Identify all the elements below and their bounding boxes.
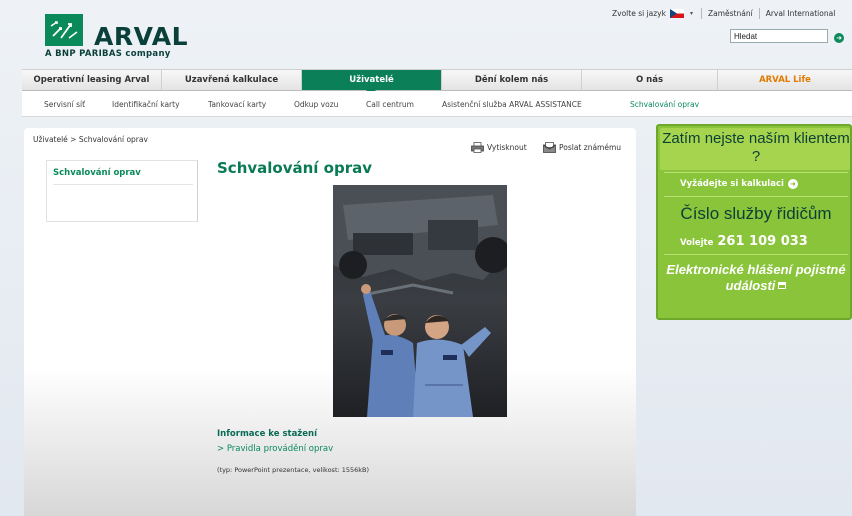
nav-item-operating-leasing[interactable]: Operativní leasing Arval <box>22 70 162 90</box>
download-file-info: (typ: PowerPoint prezentace, velikost: 1… <box>217 466 370 474</box>
driver-service-phone: Volejte 261 109 033 <box>680 234 808 249</box>
external-window-icon <box>778 282 787 289</box>
top-links: Zvolte si jazyk ▾ Zaměstnání Arval Inter… <box>612 8 835 19</box>
left-menu-item-repair-approval[interactable]: Schvalování oprav <box>53 168 193 185</box>
send-to-friend-button[interactable]: Poslat známému <box>543 142 621 153</box>
main-navigation: Operativní leasing Arval Uzavřená kalkul… <box>22 69 852 91</box>
link-arval-international[interactable]: Arval International <box>766 9 836 18</box>
divider <box>758 8 760 19</box>
downloads-heading: Informace ke stažení <box>217 429 317 439</box>
arrow-right-icon: ➜ <box>787 179 798 189</box>
search-input[interactable] <box>730 29 828 43</box>
print-button[interactable]: Vytisknout <box>471 142 527 153</box>
logo-subtitle: A BNP PARIBAS company <box>45 49 171 59</box>
subnav-id-cards[interactable]: Identifikační karty <box>112 100 180 109</box>
call-label: Volejte <box>680 238 714 248</box>
left-menu: Schvalování oprav <box>46 160 198 222</box>
subnav-fuel-cards[interactable]: Tankovací karty <box>208 100 266 109</box>
language-selector-label[interactable]: Zvolte si jazyk <box>612 9 666 18</box>
insurance-report-link[interactable]: Elektronické hlášení pojistné události <box>662 262 850 294</box>
send-mail-icon <box>543 142 556 153</box>
page-title: Schvalování oprav <box>217 159 373 177</box>
divider <box>664 172 848 173</box>
divider <box>700 8 702 19</box>
mechanics-photo <box>333 185 507 417</box>
download-link-repair-rules[interactable]: > Pravidla provádění oprav <box>217 444 333 454</box>
logo-name[interactable]: ARVAL <box>94 24 188 50</box>
phone-number[interactable]: 261 109 033 <box>717 234 807 249</box>
insurance-report-label: Elektronické hlášení pojistné události <box>666 262 846 293</box>
nav-item-about[interactable]: O nás <box>582 70 718 90</box>
request-calculation-link[interactable]: Vyžádejte si kalkulaci ➜ <box>680 179 798 189</box>
search-go-icon[interactable]: ➜ <box>834 33 844 43</box>
breadcrumb[interactable]: Uživatelé > Schvalování oprav <box>33 135 148 144</box>
subnav-service-network[interactable]: Servisní síť <box>44 100 85 109</box>
driver-service-title: Číslo služby řidičům <box>680 204 832 223</box>
subnav-vehicle-buyout[interactable]: Odkup vozu <box>294 100 338 109</box>
chevron-down-icon[interactable]: ▾ <box>690 10 693 17</box>
divider <box>664 196 848 197</box>
nav-item-closed-calculation[interactable]: Uzavřená kalkulace <box>162 70 302 90</box>
subnav-repair-approval[interactable]: Schvalování oprav <box>630 100 699 109</box>
print-label: Vytisknout <box>487 143 527 152</box>
subnav-arval-assistance[interactable]: Asistenční služba ARVAL ASSISTANCE <box>442 100 582 109</box>
nav-item-arval-life[interactable]: ARVAL Life <box>718 70 852 90</box>
subnav-call-center[interactable]: Call centrum <box>366 100 414 109</box>
link-careers[interactable]: Zaměstnání <box>708 9 753 18</box>
czech-flag-icon[interactable] <box>669 9 684 18</box>
sub-navigation: Servisní síť Identifikační karty Tankova… <box>22 91 852 117</box>
printer-icon <box>471 142 484 153</box>
divider <box>664 254 848 255</box>
promo-headline[interactable]: Zatím nejste naším klientem ? <box>662 130 850 166</box>
nav-item-users[interactable]: Uživatelé <box>302 70 442 90</box>
arval-logo-icon[interactable] <box>45 14 83 46</box>
nav-item-news[interactable]: Dění kolem nás <box>442 70 582 90</box>
send-label: Poslat známému <box>559 143 622 152</box>
request-calculation-label: Vyžádejte si kalkulaci <box>680 179 784 189</box>
